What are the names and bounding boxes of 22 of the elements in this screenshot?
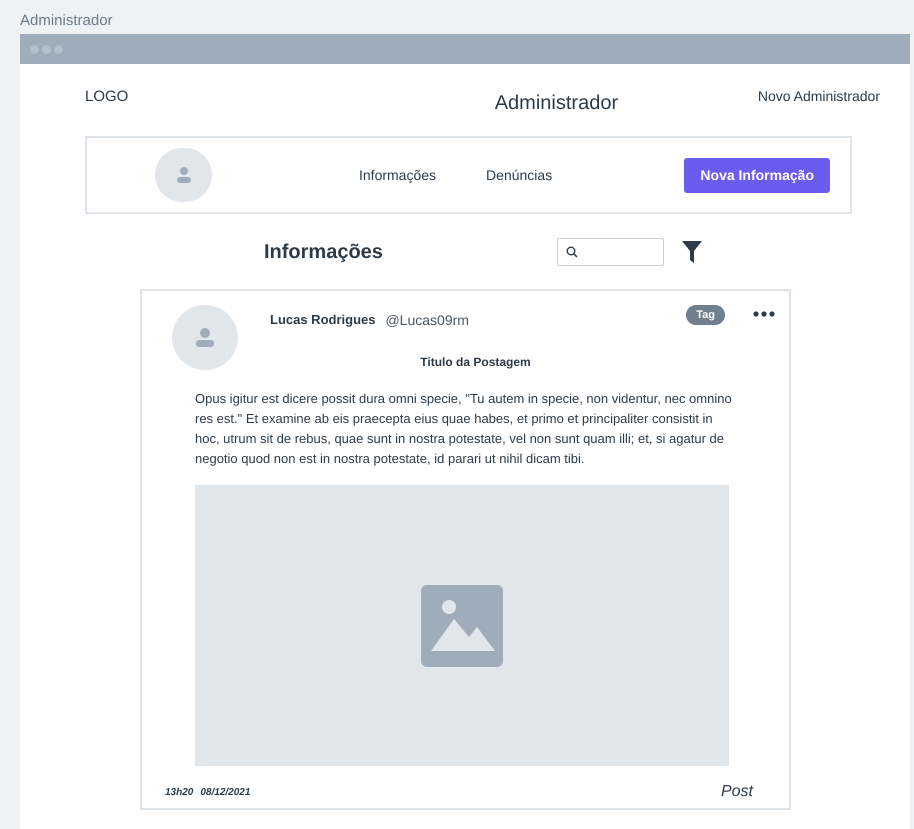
- search-icon: [566, 246, 578, 258]
- section-title: Informações: [264, 240, 384, 264]
- post-title: Titulo da Postagem: [420, 354, 531, 371]
- post-body: Opus igitur est dicere possit dura omni specie, "Tu autem in specie, non videntur, nec omnino res est." Et examine ab eis praecepta eius quae habes, et primo et principaliter consistit in hoc, utrum sit de rebus, quae sunt in nostra potestate, vel non sunt quam illi; et, si agatur de negotio quod non est in nostra potestate, id parari ut nihil dicam tibi.: [195, 390, 733, 468]
- author-name[interactable]: Lucas Rodrigues: [270, 310, 376, 330]
- tag: Tag: [686, 305, 725, 325]
- page-heading: Administrador: [494, 91, 618, 116]
- post-label: Post: [720, 782, 753, 802]
- post-time: 13h20: [165, 786, 194, 800]
- new-admin-link[interactable]: Novo Administrador: [758, 86, 880, 107]
- author-handle[interactable]: @Lucas09rm: [385, 310, 469, 330]
- nav-tab[interactable]: Informações: [359, 164, 436, 186]
- nav-tab[interactable]: Denúncias: [486, 164, 552, 186]
- logo[interactable]: LOGO: [85, 86, 205, 108]
- new-info-button[interactable]: Nova Informação: [684, 158, 830, 192]
- page-title: Administrador: [20, 11, 113, 31]
- image-icon: [421, 584, 503, 666]
- more-options-icon[interactable]: [753, 311, 775, 317]
- post-date: 08/12/2021: [200, 786, 250, 800]
- avatar-icon[interactable]: [155, 148, 212, 202]
- search-field[interactable]: [557, 238, 664, 266]
- filter-icon[interactable]: [682, 240, 702, 262]
